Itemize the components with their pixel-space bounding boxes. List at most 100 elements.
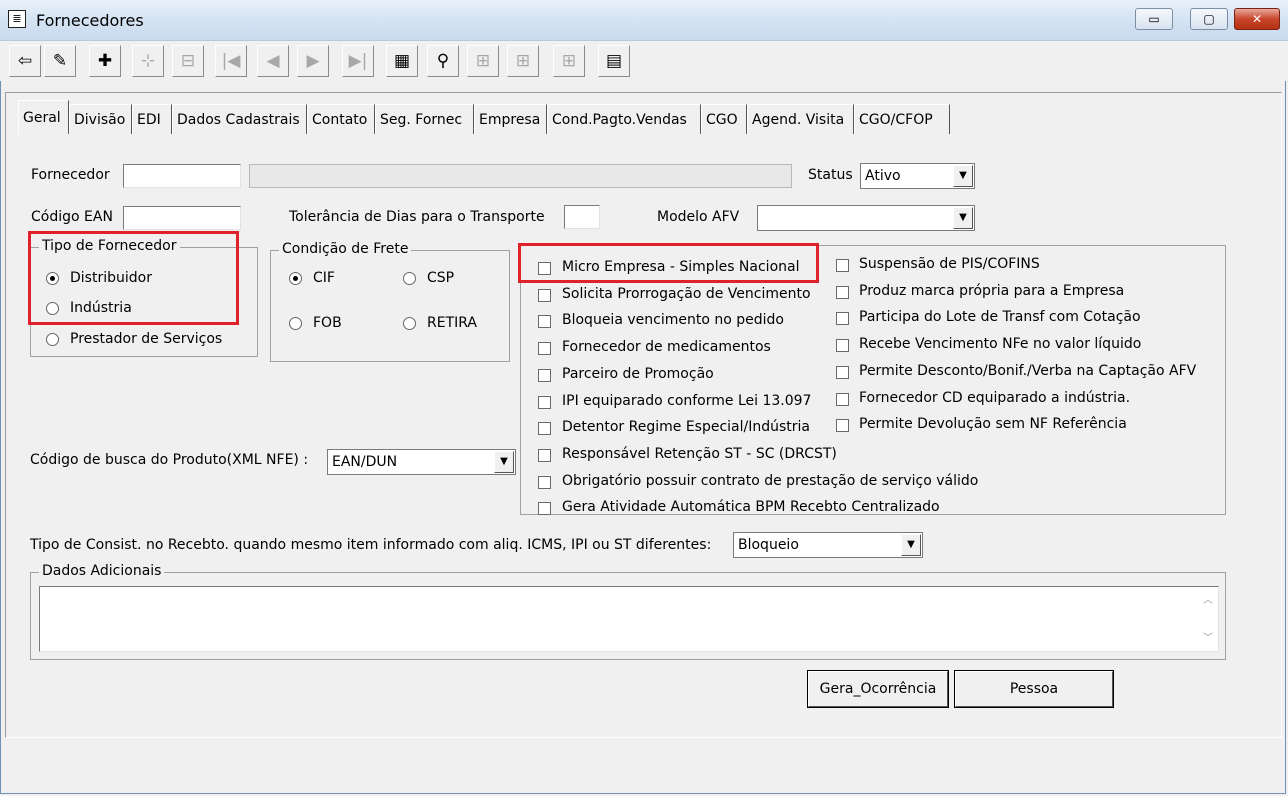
checkbox-right-0[interactable] bbox=[836, 259, 849, 272]
toolbar: ⇦ ✎ ✚ ⊹ ⊟ |◀ ◀ ▶ ▶| ▦ ⚲ ⊞ ⊞ ⊞ ▤ bbox=[0, 41, 1288, 81]
checkbox-label: Fornecedor CD equiparado a indústria. bbox=[859, 390, 1131, 406]
checkbox-label: IPI equiparado conforme Lei 13.097 bbox=[562, 393, 812, 409]
csp-label: CSP bbox=[427, 270, 455, 286]
checkbox-label: Responsável Retenção ST - SC (DRCST) bbox=[562, 446, 837, 462]
checkbox-label: Solicita Prorrogação de Vencimento bbox=[562, 286, 811, 302]
checkbox-right-2[interactable] bbox=[836, 312, 849, 325]
spreadsheet-button[interactable]: ▤ bbox=[598, 45, 630, 77]
checkbox-left-7[interactable] bbox=[538, 449, 551, 462]
checkbox-label: Participa do Lote de Transf com Cotação bbox=[859, 309, 1141, 325]
status-value: Ativo bbox=[865, 168, 901, 184]
checkbox-left-8[interactable] bbox=[538, 476, 551, 489]
checkbox-label: Produz marca própria para a Empresa bbox=[859, 283, 1125, 299]
gera-ocorrencia-button[interactable]: Gera_Ocorrência bbox=[807, 670, 949, 708]
binoculars-button[interactable]: ⚲ bbox=[427, 45, 459, 77]
exit-button[interactable]: ⇦ bbox=[9, 45, 41, 77]
highlight-box bbox=[518, 243, 819, 283]
next-button[interactable]: ▶ bbox=[297, 45, 329, 77]
radio-csp[interactable] bbox=[403, 272, 416, 285]
chevron-down-icon[interactable]: ▼ bbox=[494, 451, 514, 473]
fornecedor-label: Fornecedor bbox=[31, 167, 110, 183]
add-button[interactable]: ✚ bbox=[89, 45, 121, 77]
first-button[interactable]: |◀ bbox=[215, 45, 247, 77]
checkbox-left-1[interactable] bbox=[538, 289, 551, 302]
maximize-icon: ▢ bbox=[1203, 12, 1215, 26]
checkbox-left-9[interactable] bbox=[538, 502, 551, 515]
checkbox-label: Gera Atividade Automática BPM Recebto Ce… bbox=[562, 499, 940, 515]
checkbox-right-3[interactable] bbox=[836, 339, 849, 352]
tab-geral[interactable]: Geral bbox=[18, 100, 69, 134]
grid-button[interactable]: ▦ bbox=[386, 45, 418, 77]
chevron-down-icon[interactable]: ▼ bbox=[953, 165, 973, 187]
prev-button[interactable]: ◀ bbox=[257, 45, 289, 77]
condicao-frete-caption: Condição de Frete bbox=[279, 241, 412, 257]
highlight-box bbox=[28, 231, 239, 325]
checkbox-right-6[interactable] bbox=[836, 419, 849, 432]
checkbox-label: Recebe Vencimento NFe no valor líquido bbox=[859, 336, 1142, 352]
modelo-afv-label: Modelo AFV bbox=[657, 209, 740, 225]
condicao-frete-group: Condição de Frete bbox=[270, 241, 510, 362]
dados-adicionais-textarea[interactable]: ︿ ﹀ bbox=[39, 586, 1219, 652]
eraser-icon: ✎ bbox=[52, 51, 68, 71]
prev-page-button[interactable]: ⊟ bbox=[172, 45, 204, 77]
dados-adicionais-caption: Dados Adicionais bbox=[39, 563, 165, 579]
checkbox-label: Detentor Regime Especial/Indústria bbox=[562, 419, 811, 435]
checkbox-right-5[interactable] bbox=[836, 393, 849, 406]
checkbox-label: Fornecedor de medicamentos bbox=[562, 339, 771, 355]
checkbox-right-4[interactable] bbox=[836, 366, 849, 379]
scroll-down-icon[interactable]: ﹀ bbox=[1200, 631, 1216, 647]
ean-label: Código EAN bbox=[31, 209, 113, 225]
prestador-servicos-label: Prestador de Serviços bbox=[70, 331, 223, 347]
filter3-icon: ⊞ bbox=[561, 51, 577, 71]
fornecedor-name-field bbox=[249, 164, 792, 188]
ean-input[interactable] bbox=[123, 206, 241, 230]
radio-fob[interactable] bbox=[289, 317, 302, 330]
chevron-down-icon[interactable]: ▼ bbox=[901, 534, 921, 556]
window-title: Fornecedores bbox=[36, 11, 144, 30]
radio-prestador-servicos[interactable] bbox=[46, 333, 59, 346]
filter2-button[interactable]: ⊞ bbox=[507, 45, 539, 77]
eraser-button[interactable]: ✎ bbox=[44, 45, 76, 77]
consist-value: Bloqueio bbox=[738, 537, 799, 553]
checkbox-left-3[interactable] bbox=[538, 342, 551, 355]
retira-label: RETIRA bbox=[427, 315, 477, 331]
scroll-up-icon[interactable]: ︿ bbox=[1200, 593, 1216, 609]
filter2-icon: ⊞ bbox=[515, 51, 531, 71]
radio-retira[interactable] bbox=[403, 317, 416, 330]
exit-icon: ⇦ bbox=[17, 51, 33, 71]
consist-select[interactable]: Bloqueio ▼ bbox=[733, 532, 923, 558]
minimize-icon: ▭ bbox=[1148, 12, 1160, 26]
fob-label: FOB bbox=[313, 315, 342, 331]
fornecedor-code-input[interactable] bbox=[123, 164, 241, 188]
checkbox-left-4[interactable] bbox=[538, 369, 551, 382]
filter-button[interactable]: ⊞ bbox=[467, 45, 499, 77]
filter3-button[interactable]: ⊞ bbox=[553, 45, 585, 77]
first-record-button[interactable]: ⊹ bbox=[132, 45, 164, 77]
filter-icon: ⊞ bbox=[475, 51, 491, 71]
modelo-afv-select[interactable]: ▼ bbox=[757, 205, 975, 231]
minimize-button[interactable]: ▭ bbox=[1135, 8, 1173, 30]
pessoa-button[interactable]: Pessoa bbox=[954, 670, 1114, 708]
close-button[interactable]: ✕ bbox=[1234, 8, 1280, 30]
status-select[interactable]: Ativo ▼ bbox=[860, 163, 975, 189]
maximize-button[interactable]: ▢ bbox=[1190, 8, 1228, 30]
checkbox-label: Permite Desconto/Bonif./Verba na Captaçã… bbox=[859, 363, 1197, 379]
form-icon: ≣ bbox=[8, 10, 26, 28]
consist-label: Tipo de Consist. no Recebto. quando mesm… bbox=[30, 537, 712, 553]
last-button[interactable]: ▶| bbox=[342, 45, 374, 77]
checkbox-left-6[interactable] bbox=[538, 422, 551, 435]
prev-icon: ◀ bbox=[266, 51, 280, 71]
checkbox-label: Bloqueia vencimento no pedido bbox=[562, 312, 784, 328]
chevron-down-icon[interactable]: ▼ bbox=[953, 207, 973, 229]
busca-select[interactable]: EAN/DUN ▼ bbox=[327, 449, 516, 475]
prev-page-icon: ⊟ bbox=[180, 51, 196, 71]
tolerancia-label: Tolerância de Dias para o Transporte bbox=[289, 209, 545, 225]
radio-cif[interactable] bbox=[289, 272, 302, 285]
checkbox-left-5[interactable] bbox=[538, 396, 551, 409]
checkbox-right-1[interactable] bbox=[836, 286, 849, 299]
binoculars-icon: ⚲ bbox=[436, 51, 450, 71]
spreadsheet-icon: ▤ bbox=[605, 51, 623, 71]
tolerancia-input[interactable] bbox=[564, 205, 600, 229]
checkbox-left-2[interactable] bbox=[538, 315, 551, 328]
checkbox-label: Parceiro de Promoção bbox=[562, 366, 714, 382]
